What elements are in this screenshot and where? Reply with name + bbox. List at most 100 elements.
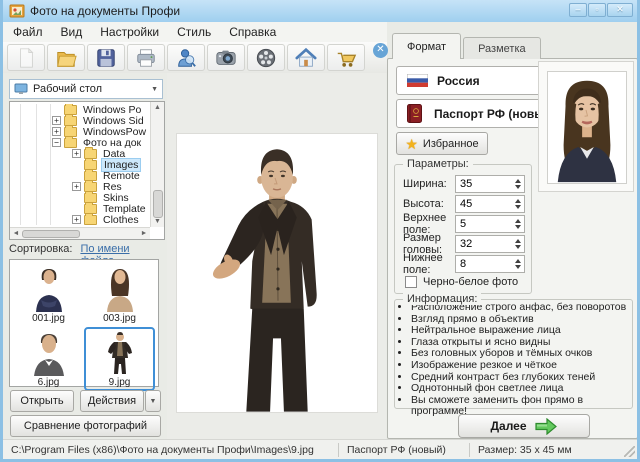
country-value: Россия bbox=[437, 74, 480, 88]
print-button[interactable] bbox=[127, 44, 165, 71]
camera-button[interactable] bbox=[207, 44, 245, 71]
spin-up-icon[interactable] bbox=[515, 259, 521, 263]
thumbnail-001[interactable]: 001.jpg bbox=[13, 263, 84, 327]
width-input[interactable] bbox=[456, 176, 510, 192]
scrollbar-thumb[interactable] bbox=[153, 190, 163, 218]
menu-style[interactable]: Стиль bbox=[177, 25, 211, 39]
location-value: Рабочий стол bbox=[33, 83, 102, 95]
scroll-down-icon[interactable]: ▼ bbox=[151, 218, 164, 225]
spin-up-icon[interactable] bbox=[515, 219, 521, 223]
photo-search-icon bbox=[175, 47, 197, 69]
tree-item[interactable]: Skins bbox=[10, 192, 150, 203]
maximize-button[interactable]: ▫ bbox=[588, 3, 606, 17]
preview-panel bbox=[538, 61, 634, 192]
head-size-input[interactable] bbox=[456, 236, 510, 252]
spin-up-icon[interactable] bbox=[515, 239, 521, 243]
top-margin-input[interactable] bbox=[456, 216, 510, 232]
home-button[interactable] bbox=[287, 44, 325, 71]
thumbnail-9-selected[interactable]: 9.jpg bbox=[84, 327, 155, 391]
menu-view[interactable]: Вид bbox=[61, 25, 83, 39]
bottom-margin-input[interactable] bbox=[456, 256, 510, 272]
tree-item[interactable]: Remote bbox=[10, 170, 150, 181]
expander-icon[interactable] bbox=[72, 182, 81, 191]
favorites-button[interactable]: ★ Избранное bbox=[396, 132, 488, 155]
save-button[interactable] bbox=[87, 44, 125, 71]
tree-item-images[interactable]: Images bbox=[10, 159, 150, 170]
main-photo[interactable] bbox=[176, 133, 378, 413]
actions-button[interactable]: Действия bbox=[80, 390, 144, 412]
tree-horizontal-scrollbar[interactable]: ◄ ► bbox=[10, 227, 150, 239]
menu-settings[interactable]: Настройки bbox=[100, 25, 159, 39]
photo-search-button[interactable] bbox=[167, 44, 205, 71]
tree-vertical-scrollbar[interactable]: ▲ ▼ bbox=[150, 102, 164, 227]
spin-down-icon[interactable] bbox=[515, 245, 521, 249]
location-dropdown[interactable]: Рабочий стол ▼ bbox=[9, 79, 163, 99]
actions-dropdown-button[interactable]: ▼ bbox=[145, 390, 161, 412]
spin-down-icon[interactable] bbox=[515, 225, 521, 229]
close-button[interactable]: ✕ bbox=[607, 3, 633, 17]
tree-item[interactable]: Template bbox=[10, 203, 150, 214]
info-list: Расположение строго анфас, без поворотов… bbox=[395, 300, 632, 418]
parameters-title: Параметры: bbox=[403, 158, 473, 170]
status-size: Размер: 35 x 45 мм bbox=[470, 444, 580, 456]
open-folder-icon bbox=[55, 47, 77, 69]
menu-file[interactable]: Файл bbox=[13, 25, 43, 39]
new-document-button[interactable] bbox=[7, 44, 45, 71]
spin-up-icon[interactable] bbox=[515, 199, 521, 203]
thumbnail-6[interactable]: 6.jpg bbox=[13, 327, 84, 391]
tree-item[interactable]: WindowsPow bbox=[10, 126, 150, 137]
height-label: Высота: bbox=[403, 198, 455, 210]
tab-format[interactable]: Формат bbox=[392, 33, 461, 59]
favorites-label: Избранное bbox=[423, 138, 479, 150]
app-icon bbox=[9, 3, 25, 19]
scroll-right-icon[interactable]: ► bbox=[140, 230, 148, 237]
spin-up-icon[interactable] bbox=[515, 179, 521, 183]
minimize-button[interactable]: – bbox=[569, 3, 587, 17]
preview-photo bbox=[547, 71, 627, 184]
tab-layout[interactable]: Разметка bbox=[463, 37, 541, 59]
video-frames-button[interactable] bbox=[247, 44, 285, 71]
folder-tree: Windows Po Windows Sid WindowsPow Фото н… bbox=[9, 101, 165, 240]
information-group: Информация: Расположение строго анфас, б… bbox=[394, 299, 633, 409]
spin-down-icon[interactable] bbox=[515, 185, 521, 189]
open-folder-button[interactable] bbox=[47, 44, 85, 71]
tree-item[interactable]: Windows Sid bbox=[10, 115, 150, 126]
format-panel: Россия ▼ Паспорт РФ (новый) ▼ ★ Избранно… bbox=[387, 58, 638, 439]
compare-photos-button[interactable]: Сравнение фотографий bbox=[10, 415, 161, 437]
photo-thumbnail bbox=[100, 330, 140, 376]
menu-help[interactable]: Справка bbox=[229, 25, 276, 39]
tree-item[interactable]: Clothes bbox=[10, 214, 150, 225]
order-prints-button[interactable] bbox=[327, 44, 365, 71]
home-icon bbox=[295, 47, 317, 69]
expander-icon[interactable] bbox=[72, 149, 81, 158]
information-title: Информация: bbox=[403, 293, 481, 305]
tree-item[interactable]: Windows Po bbox=[10, 104, 150, 115]
next-button[interactable]: Далее bbox=[458, 414, 590, 438]
hide-panel-button[interactable]: ✕ bbox=[373, 43, 388, 58]
expander-icon[interactable] bbox=[72, 215, 81, 224]
open-button[interactable]: Открыть bbox=[10, 390, 74, 412]
bw-photo-checkbox[interactable] bbox=[405, 276, 417, 288]
thumbnail-list: 001.jpg 003.jpg 6.jpg 9.jpg bbox=[9, 259, 159, 387]
photo-thumbnail bbox=[29, 266, 69, 312]
expander-icon[interactable] bbox=[52, 138, 61, 147]
scrollbar-thumb[interactable] bbox=[22, 230, 80, 238]
photo-thumbnail bbox=[100, 266, 140, 312]
bottom-margin-label: Нижнее поле: bbox=[403, 252, 455, 276]
resize-grip[interactable] bbox=[624, 446, 635, 457]
spin-down-icon[interactable] bbox=[515, 265, 521, 269]
woman-portrait-photo bbox=[548, 72, 626, 183]
expander-icon[interactable] bbox=[52, 127, 61, 136]
scroll-left-icon[interactable]: ◄ bbox=[12, 230, 20, 237]
thumbnail-003[interactable]: 003.jpg bbox=[84, 263, 155, 327]
spin-down-icon[interactable] bbox=[515, 205, 521, 209]
scroll-up-icon[interactable]: ▲ bbox=[151, 104, 164, 111]
tree-item[interactable]: Res bbox=[10, 181, 150, 192]
passport-icon bbox=[407, 104, 422, 123]
camera-icon bbox=[215, 47, 237, 69]
head-size-spinner bbox=[455, 235, 525, 253]
height-input[interactable] bbox=[456, 196, 510, 212]
height-spinner bbox=[455, 195, 525, 213]
expander-icon[interactable] bbox=[52, 116, 61, 125]
tree-item[interactable]: Фото на док bbox=[10, 137, 150, 148]
